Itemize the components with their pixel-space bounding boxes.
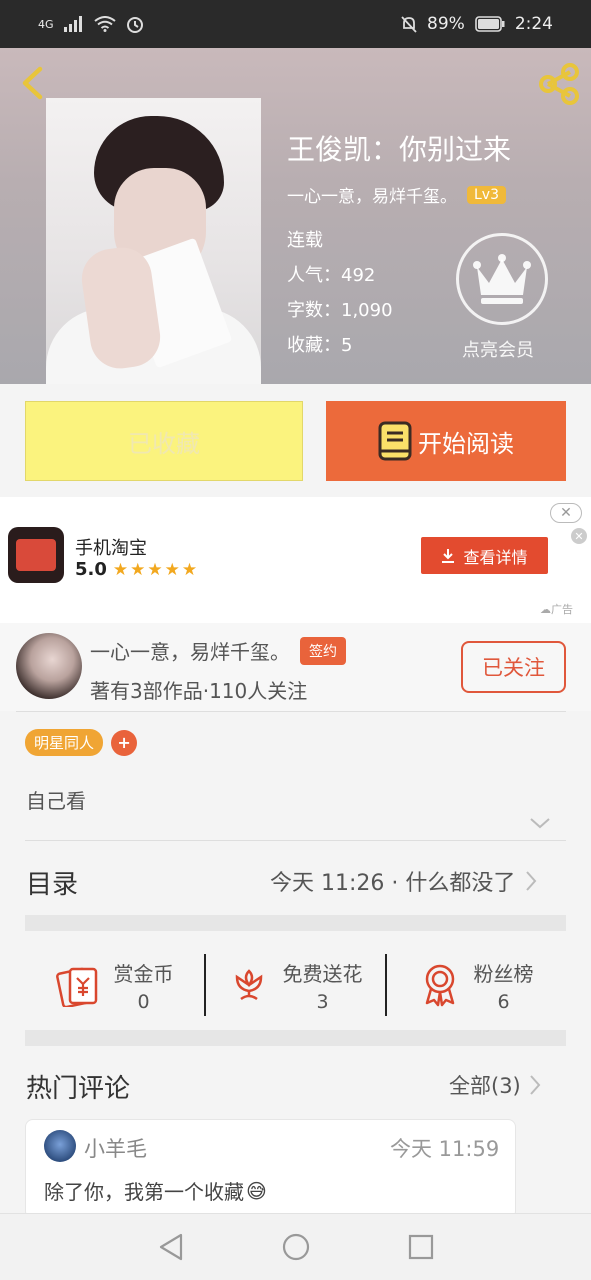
crown-icon — [473, 254, 531, 304]
clock: 2:24 — [514, 14, 553, 34]
free-flowers[interactable]: 免费送花 3 — [206, 958, 385, 1013]
view-details-label: 查看详情 — [463, 547, 528, 567]
battery-percent: 89% — [427, 14, 465, 34]
download-icon — [442, 548, 455, 563]
medal-icon — [425, 964, 454, 1007]
toc-title: 目录 — [26, 870, 79, 900]
flower-icon — [235, 969, 262, 1001]
support-stats: 赏金币 0 免费送花 3 粉丝榜 6 — [25, 940, 566, 1030]
book-header: 王俊凯：你别过来 一心一意，易烊千玺。 Lv3 连载 人气：492 字数：1,0… — [0, 48, 591, 384]
reward-coins[interactable]: 赏金币 0 — [25, 958, 204, 1013]
author-stats: 著有3部作品·110人关注 — [90, 679, 308, 703]
reward-coins-label: 赏金币 — [113, 961, 174, 986]
commenter-name[interactable]: 小羊毛 — [84, 1133, 147, 1163]
fans-ranking-label: 粉丝榜 — [473, 961, 534, 986]
section-divider — [25, 1030, 566, 1046]
followed-button[interactable]: 已关注 — [461, 641, 566, 693]
divider — [16, 711, 566, 712]
book-popularity: 人气：492 — [287, 265, 376, 286]
book-author: 一心一意，易烊千玺。 — [287, 187, 457, 207]
view-details-button[interactable]: 查看详情 — [421, 537, 548, 574]
reward-coins-value: 0 — [137, 990, 150, 1013]
divider — [25, 840, 566, 841]
collected-button[interactable]: 已收藏 — [25, 401, 303, 481]
ad-banner[interactable]: 手机淘宝 5.0 ★★★★★ 查看详情 ✕ ✕ ☁广告 — [0, 497, 591, 623]
sweat-smile-emoji: 😅 — [246, 1178, 267, 1203]
vip-crown-button[interactable] — [456, 233, 548, 325]
all-comments-link[interactable]: 全部(3) — [449, 1070, 541, 1100]
reward-coins-text: 赏金币 0 — [114, 958, 174, 1013]
book-intro: 自己看 — [26, 789, 86, 813]
nav-back-icon[interactable] — [157, 1232, 185, 1262]
section-divider — [25, 915, 566, 931]
ad-label-text: 广告 — [551, 603, 573, 616]
app-icon-art — [16, 539, 56, 571]
taobao-app-icon — [8, 527, 64, 583]
star-rating-icon: ★★★★★ — [112, 559, 200, 580]
ad-app-name: 手机淘宝 — [75, 538, 147, 559]
author-name-line: 一心一意，易烊千玺。 签约 — [90, 636, 346, 665]
free-flowers-label: 免费送花 — [282, 961, 363, 986]
latest-chapter: 今天 11:26 · 什么都没了 — [270, 871, 516, 896]
tag-item[interactable]: 明星同人 — [25, 729, 104, 756]
commenter-avatar[interactable] — [44, 1130, 76, 1162]
comment-text-line: 除了你，我第一个收藏 😅 — [44, 1176, 267, 1205]
toc-row[interactable]: 目录 今天 11:26 · 什么都没了 — [0, 850, 591, 912]
status-right: 89% 2:24 — [401, 14, 553, 34]
mute-bell-icon — [401, 16, 417, 33]
comment-card[interactable]: 小羊毛 今天 11:59 除了你，我第一个收藏 😅 — [25, 1119, 516, 1219]
status-bar: 4G 89% 2:24 — [0, 0, 591, 48]
ad-close-button[interactable]: ✕ — [550, 503, 582, 523]
comment-time: 今天 11:59 — [390, 1137, 500, 1161]
book-author-line[interactable]: 一心一意，易烊千玺。 Lv3 — [287, 182, 506, 207]
ad-rating-value: 5.0 — [75, 559, 107, 580]
alarm-icon — [126, 17, 143, 33]
nav-home-icon[interactable] — [281, 1232, 311, 1262]
fans-ranking[interactable]: 粉丝榜 6 — [387, 958, 566, 1013]
vip-label[interactable]: 点亮会员 — [462, 336, 534, 362]
signal-icon — [63, 16, 82, 32]
start-reading-button[interactable]: 开始阅读 — [326, 401, 566, 481]
start-reading-label: 开始阅读 — [418, 429, 514, 458]
tag-list: 明星同人 + — [25, 729, 138, 756]
ad-dismiss-icon[interactable]: ✕ — [571, 528, 587, 544]
red-envelope-icon — [55, 967, 97, 1007]
chevron-right-icon — [526, 871, 537, 891]
hot-comments-title: 热门评论 — [26, 1074, 131, 1104]
hot-comments-header: 热门评论 全部(3) — [0, 1060, 591, 1116]
status-left: 4G — [38, 15, 144, 33]
book-cover-image[interactable] — [46, 98, 261, 384]
share-icon[interactable] — [536, 62, 582, 106]
book-favorites: 收藏：5 — [287, 335, 353, 356]
back-arrow-icon[interactable] — [16, 66, 50, 100]
battery-icon — [475, 16, 505, 32]
action-bar: 已收藏 开始阅读 — [0, 384, 591, 497]
comment-text: 除了你，我第一个收藏 — [44, 1180, 244, 1204]
network-type: 4G — [38, 17, 54, 31]
book-icon — [378, 421, 412, 461]
fans-ranking-value: 6 — [497, 990, 510, 1013]
author-avatar[interactable] — [16, 633, 82, 699]
book-title: 王俊凯：你别过来 — [287, 133, 512, 166]
toc-latest: 今天 11:26 · 什么都没了 — [270, 865, 537, 897]
fans-ranking-text: 粉丝榜 6 — [474, 958, 534, 1013]
free-flowers-text: 免费送花 3 — [283, 958, 363, 1013]
all-comments-label: 全部(3) — [449, 1074, 521, 1098]
ad-rating: 5.0 ★★★★★ — [75, 559, 199, 580]
add-tag-button[interactable]: + — [111, 729, 138, 756]
author-name: 一心一意，易烊千玺。 — [90, 640, 290, 664]
book-word-count: 字数：1,090 — [287, 300, 393, 321]
chevron-down-icon[interactable] — [529, 815, 551, 831]
system-nav-bar — [0, 1213, 591, 1280]
ad-label: ☁广告 — [540, 603, 573, 616]
free-flowers-value: 3 — [316, 990, 329, 1013]
nav-recents-icon[interactable] — [407, 1233, 435, 1261]
book-status: 连载 — [287, 230, 323, 251]
author-level-badge: Lv3 — [467, 185, 506, 204]
signed-badge: 签约 — [300, 636, 346, 665]
chevron-right-icon — [530, 1075, 541, 1095]
wifi-icon — [93, 16, 116, 32]
author-card[interactable]: 一心一意，易烊千玺。 签约 著有3部作品·110人关注 已关注 — [0, 623, 591, 711]
